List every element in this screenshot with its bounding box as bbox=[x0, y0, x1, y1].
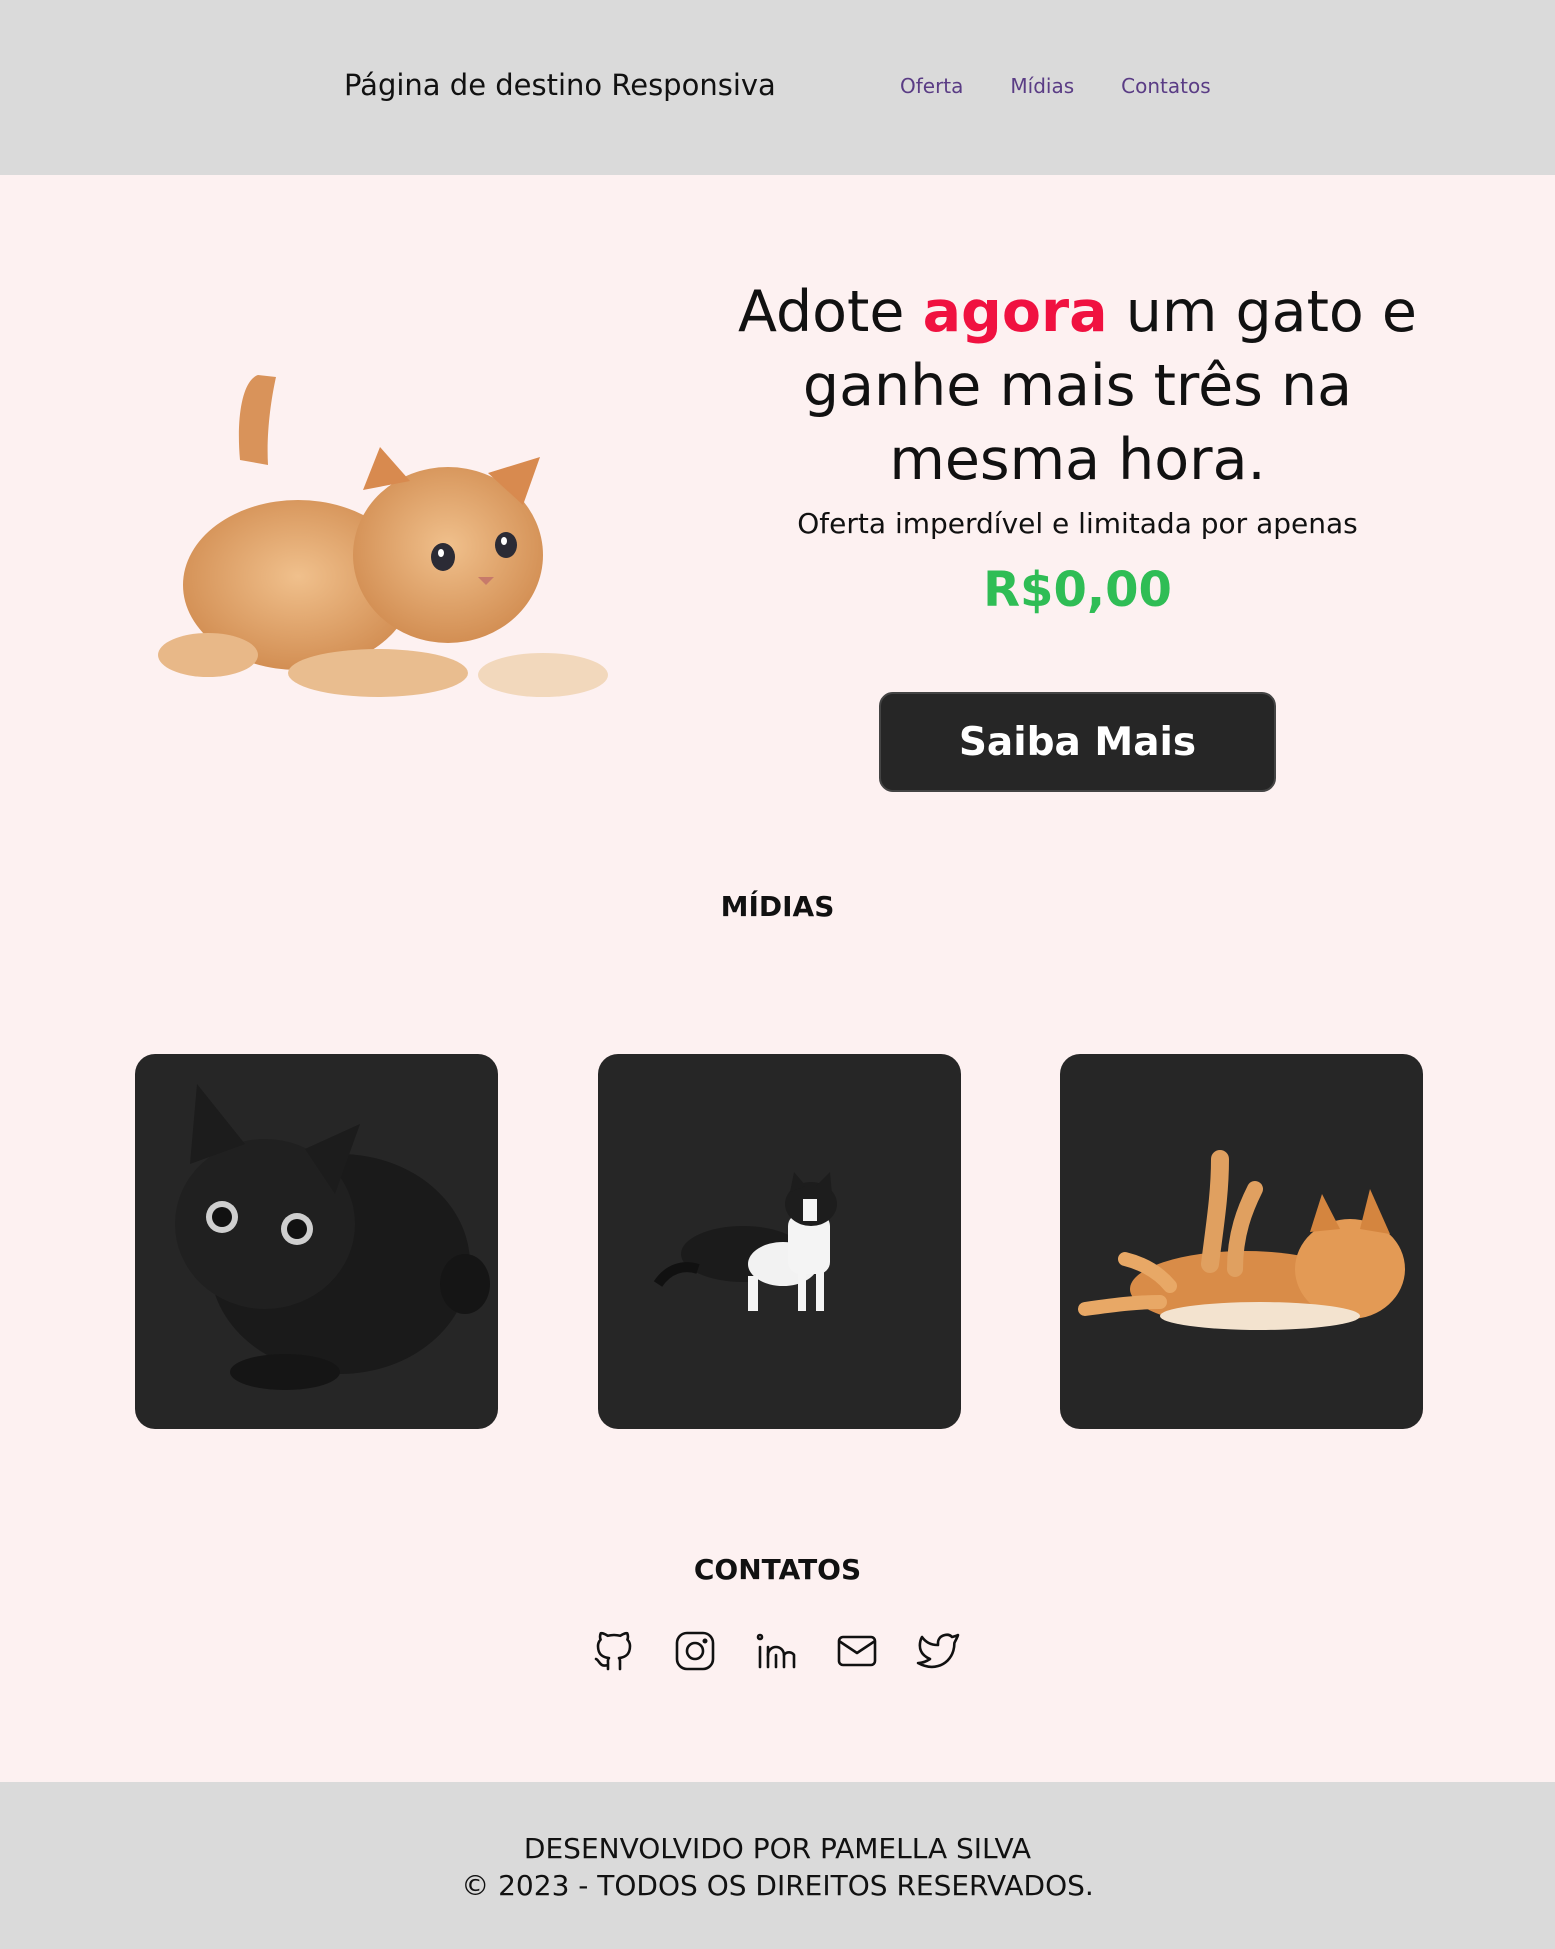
site-header: Página de destino Responsiva Oferta Mídi… bbox=[0, 0, 1555, 175]
media-section-title: MÍDIAS bbox=[720, 890, 835, 923]
hero-section: Adote agora um gato e ganhe mais três na… bbox=[0, 175, 1555, 855]
instagram-icon[interactable] bbox=[671, 1627, 719, 1675]
hero-text: Adote agora um gato e ganhe mais três na… bbox=[690, 275, 1465, 618]
media-grid bbox=[135, 1054, 1423, 1429]
hero-headline: Adote agora um gato e ganhe mais três na… bbox=[690, 275, 1465, 497]
github-icon[interactable] bbox=[590, 1627, 638, 1675]
orange-cat-image bbox=[1078, 1150, 1405, 1330]
saiba-mais-button[interactable]: Saiba Mais bbox=[879, 692, 1276, 792]
twitter-icon[interactable] bbox=[914, 1627, 962, 1675]
hero-price: R$0,00 bbox=[983, 562, 1172, 618]
media-card-orange-cat[interactable] bbox=[1060, 1054, 1423, 1429]
site-footer: DESENVOLVIDO POR PAMELLA SILVA © 2023 - … bbox=[0, 1782, 1555, 1949]
footer-credit: DESENVOLVIDO POR PAMELLA SILVA bbox=[523, 1832, 1032, 1865]
media-card-tuxedo-cat[interactable] bbox=[597, 1054, 961, 1429]
main-nav: Oferta Mídias Contatos bbox=[900, 74, 1258, 98]
black-cat-image bbox=[175, 1084, 490, 1390]
site-brand: Página de destino Responsiva bbox=[344, 68, 776, 102]
tuxedo-cat-image bbox=[653, 1172, 837, 1311]
contacts-section-title: CONTATOS bbox=[693, 1553, 862, 1586]
social-links bbox=[590, 1627, 962, 1675]
linkedin-icon[interactable] bbox=[752, 1627, 800, 1675]
mail-icon[interactable] bbox=[833, 1627, 881, 1675]
nav-link-midias[interactable]: Mídias bbox=[1010, 74, 1074, 98]
hero-subline: Oferta imperdível e limitada por apenas bbox=[797, 507, 1358, 540]
footer-copyright: © 2023 - TODOS OS DIREITOS RESERVADOS. bbox=[461, 1869, 1094, 1902]
headline-start: Adote bbox=[737, 279, 923, 345]
headline-accent: agora bbox=[922, 279, 1108, 345]
media-card-black-cat[interactable] bbox=[135, 1054, 498, 1429]
nav-link-oferta[interactable]: Oferta bbox=[900, 74, 963, 98]
nav-link-contatos[interactable]: Contatos bbox=[1121, 74, 1210, 98]
kitten-image bbox=[158, 375, 608, 697]
